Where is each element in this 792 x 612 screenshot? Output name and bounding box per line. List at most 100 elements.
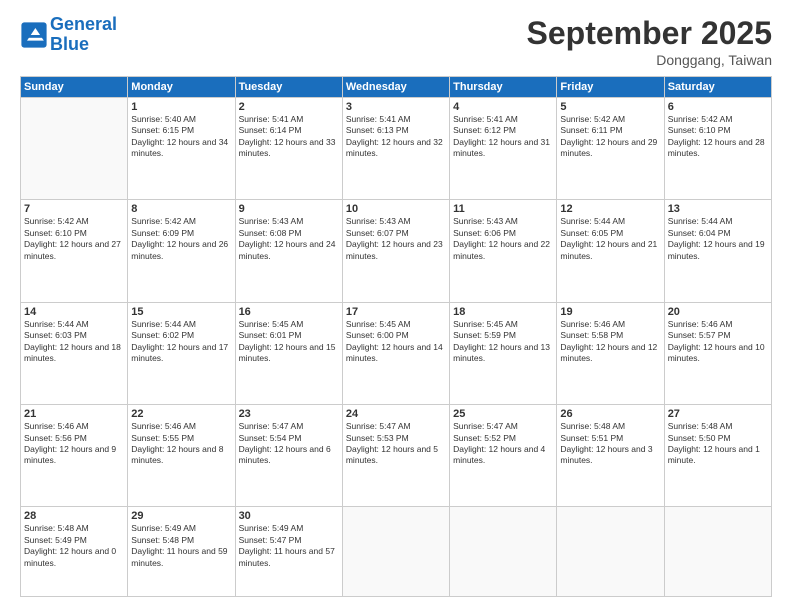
table-row: 13Sunrise: 5:44 AMSunset: 6:04 PMDayligh…: [664, 200, 771, 302]
calendar-week-row: 1Sunrise: 5:40 AMSunset: 6:15 PMDaylight…: [21, 98, 772, 200]
table-row: 28Sunrise: 5:48 AMSunset: 5:49 PMDayligh…: [21, 507, 128, 597]
table-row: 17Sunrise: 5:45 AMSunset: 6:00 PMDayligh…: [342, 302, 449, 404]
logo-icon: [20, 21, 48, 49]
cell-info: Sunrise: 5:45 AMSunset: 5:59 PMDaylight:…: [453, 319, 553, 365]
day-number: 13: [668, 203, 768, 215]
cell-info: Sunrise: 5:41 AMSunset: 6:12 PMDaylight:…: [453, 114, 553, 160]
header: General Blue September 2025 Donggang, Ta…: [20, 15, 772, 68]
table-row: 16Sunrise: 5:45 AMSunset: 6:01 PMDayligh…: [235, 302, 342, 404]
day-number: 12: [560, 203, 660, 215]
cell-info: Sunrise: 5:49 AMSunset: 5:47 PMDaylight:…: [239, 523, 339, 569]
cell-info: Sunrise: 5:42 AMSunset: 6:10 PMDaylight:…: [24, 216, 124, 262]
table-row: 3Sunrise: 5:41 AMSunset: 6:13 PMDaylight…: [342, 98, 449, 200]
table-row: 2Sunrise: 5:41 AMSunset: 6:14 PMDaylight…: [235, 98, 342, 200]
table-row: 18Sunrise: 5:45 AMSunset: 5:59 PMDayligh…: [450, 302, 557, 404]
cell-info: Sunrise: 5:43 AMSunset: 6:07 PMDaylight:…: [346, 216, 446, 262]
calendar-week-row: 21Sunrise: 5:46 AMSunset: 5:56 PMDayligh…: [21, 405, 772, 507]
day-number: 16: [239, 306, 339, 318]
day-number: 29: [131, 510, 231, 522]
table-row: 14Sunrise: 5:44 AMSunset: 6:03 PMDayligh…: [21, 302, 128, 404]
day-number: 25: [453, 408, 553, 420]
table-row: 11Sunrise: 5:43 AMSunset: 6:06 PMDayligh…: [450, 200, 557, 302]
table-row: 8Sunrise: 5:42 AMSunset: 6:09 PMDaylight…: [128, 200, 235, 302]
day-number: 8: [131, 203, 231, 215]
day-number: 5: [560, 101, 660, 113]
location: Donggang, Taiwan: [527, 52, 772, 68]
logo: General Blue: [20, 15, 117, 55]
cell-info: Sunrise: 5:45 AMSunset: 6:00 PMDaylight:…: [346, 319, 446, 365]
cell-info: Sunrise: 5:44 AMSunset: 6:02 PMDaylight:…: [131, 319, 231, 365]
cell-info: Sunrise: 5:42 AMSunset: 6:10 PMDaylight:…: [668, 114, 768, 160]
table-row: [664, 507, 771, 597]
cell-info: Sunrise: 5:44 AMSunset: 6:03 PMDaylight:…: [24, 319, 124, 365]
table-row: 7Sunrise: 5:42 AMSunset: 6:10 PMDaylight…: [21, 200, 128, 302]
cell-info: Sunrise: 5:48 AMSunset: 5:49 PMDaylight:…: [24, 523, 124, 569]
table-row: [450, 507, 557, 597]
table-row: 20Sunrise: 5:46 AMSunset: 5:57 PMDayligh…: [664, 302, 771, 404]
table-row: 9Sunrise: 5:43 AMSunset: 6:08 PMDaylight…: [235, 200, 342, 302]
day-number: 24: [346, 408, 446, 420]
cell-info: Sunrise: 5:43 AMSunset: 6:08 PMDaylight:…: [239, 216, 339, 262]
table-row: 1Sunrise: 5:40 AMSunset: 6:15 PMDaylight…: [128, 98, 235, 200]
day-number: 19: [560, 306, 660, 318]
table-row: [557, 507, 664, 597]
cell-info: Sunrise: 5:41 AMSunset: 6:14 PMDaylight:…: [239, 114, 339, 160]
col-tuesday: Tuesday: [235, 77, 342, 98]
table-row: 6Sunrise: 5:42 AMSunset: 6:10 PMDaylight…: [664, 98, 771, 200]
table-row: 30Sunrise: 5:49 AMSunset: 5:47 PMDayligh…: [235, 507, 342, 597]
cell-info: Sunrise: 5:41 AMSunset: 6:13 PMDaylight:…: [346, 114, 446, 160]
month-title: September 2025: [527, 15, 772, 52]
table-row: 22Sunrise: 5:46 AMSunset: 5:55 PMDayligh…: [128, 405, 235, 507]
day-number: 11: [453, 203, 553, 215]
table-row: 10Sunrise: 5:43 AMSunset: 6:07 PMDayligh…: [342, 200, 449, 302]
cell-info: Sunrise: 5:49 AMSunset: 5:48 PMDaylight:…: [131, 523, 231, 569]
cell-info: Sunrise: 5:46 AMSunset: 5:56 PMDaylight:…: [24, 421, 124, 467]
day-number: 17: [346, 306, 446, 318]
day-number: 23: [239, 408, 339, 420]
table-row: 12Sunrise: 5:44 AMSunset: 6:05 PMDayligh…: [557, 200, 664, 302]
col-sunday: Sunday: [21, 77, 128, 98]
day-number: 14: [24, 306, 124, 318]
table-row: 21Sunrise: 5:46 AMSunset: 5:56 PMDayligh…: [21, 405, 128, 507]
day-number: 1: [131, 101, 231, 113]
logo-line2: Blue: [50, 34, 89, 54]
cell-info: Sunrise: 5:45 AMSunset: 6:01 PMDaylight:…: [239, 319, 339, 365]
day-number: 4: [453, 101, 553, 113]
cell-info: Sunrise: 5:46 AMSunset: 5:58 PMDaylight:…: [560, 319, 660, 365]
col-monday: Monday: [128, 77, 235, 98]
cell-info: Sunrise: 5:47 AMSunset: 5:54 PMDaylight:…: [239, 421, 339, 467]
cell-info: Sunrise: 5:46 AMSunset: 5:55 PMDaylight:…: [131, 421, 231, 467]
cell-info: Sunrise: 5:46 AMSunset: 5:57 PMDaylight:…: [668, 319, 768, 365]
table-row: 19Sunrise: 5:46 AMSunset: 5:58 PMDayligh…: [557, 302, 664, 404]
table-row: [21, 98, 128, 200]
calendar-week-row: 14Sunrise: 5:44 AMSunset: 6:03 PMDayligh…: [21, 302, 772, 404]
day-number: 26: [560, 408, 660, 420]
day-number: 21: [24, 408, 124, 420]
cell-info: Sunrise: 5:47 AMSunset: 5:52 PMDaylight:…: [453, 421, 553, 467]
cell-info: Sunrise: 5:43 AMSunset: 6:06 PMDaylight:…: [453, 216, 553, 262]
table-row: 23Sunrise: 5:47 AMSunset: 5:54 PMDayligh…: [235, 405, 342, 507]
table-row: 29Sunrise: 5:49 AMSunset: 5:48 PMDayligh…: [128, 507, 235, 597]
table-row: 26Sunrise: 5:48 AMSunset: 5:51 PMDayligh…: [557, 405, 664, 507]
col-wednesday: Wednesday: [342, 77, 449, 98]
col-saturday: Saturday: [664, 77, 771, 98]
table-row: [342, 507, 449, 597]
cell-info: Sunrise: 5:48 AMSunset: 5:51 PMDaylight:…: [560, 421, 660, 467]
day-number: 2: [239, 101, 339, 113]
day-number: 7: [24, 203, 124, 215]
day-number: 9: [239, 203, 339, 215]
day-number: 22: [131, 408, 231, 420]
cell-info: Sunrise: 5:44 AMSunset: 6:05 PMDaylight:…: [560, 216, 660, 262]
day-number: 27: [668, 408, 768, 420]
table-row: 4Sunrise: 5:41 AMSunset: 6:12 PMDaylight…: [450, 98, 557, 200]
day-number: 20: [668, 306, 768, 318]
table-row: 5Sunrise: 5:42 AMSunset: 6:11 PMDaylight…: [557, 98, 664, 200]
table-row: 25Sunrise: 5:47 AMSunset: 5:52 PMDayligh…: [450, 405, 557, 507]
calendar-header-row: Sunday Monday Tuesday Wednesday Thursday…: [21, 77, 772, 98]
day-number: 3: [346, 101, 446, 113]
cell-info: Sunrise: 5:42 AMSunset: 6:09 PMDaylight:…: [131, 216, 231, 262]
table-row: 27Sunrise: 5:48 AMSunset: 5:50 PMDayligh…: [664, 405, 771, 507]
table-row: 24Sunrise: 5:47 AMSunset: 5:53 PMDayligh…: [342, 405, 449, 507]
logo-line1: General: [50, 14, 117, 34]
title-block: September 2025 Donggang, Taiwan: [527, 15, 772, 68]
